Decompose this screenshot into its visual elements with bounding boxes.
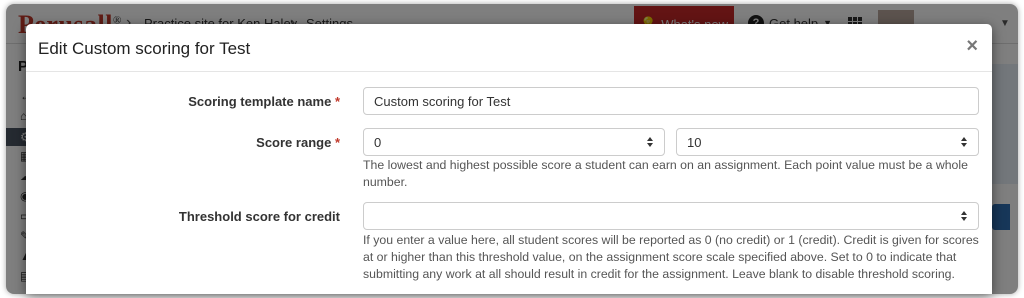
spinner-icon[interactable] xyxy=(646,136,654,148)
score-range-max-input[interactable]: 10 xyxy=(676,128,979,156)
score-range-min-input[interactable]: 0 xyxy=(363,128,665,156)
modal-header: Edit Custom scoring for Test × xyxy=(26,24,992,72)
threshold-label: Threshold score for credit xyxy=(40,209,340,224)
required-marker: * xyxy=(334,94,340,109)
threshold-input[interactable] xyxy=(363,202,979,230)
score-range-min-value: 0 xyxy=(374,134,382,150)
modal-title: Edit Custom scoring for Test xyxy=(38,39,251,58)
score-range-label: Score range * xyxy=(40,135,340,150)
edit-scoring-modal: Edit Custom scoring for Test × Scoring t… xyxy=(26,24,992,294)
score-range-max-value: 10 xyxy=(687,134,702,150)
threshold-label-text: Threshold score for credit xyxy=(178,209,340,224)
close-button[interactable]: × xyxy=(966,36,978,56)
score-range-help: The lowest and highest possible score a … xyxy=(363,158,968,189)
template-name-label-text: Scoring template name xyxy=(188,94,332,109)
template-name-value: Custom scoring for Test xyxy=(374,93,511,109)
score-range-label-text: Score range xyxy=(256,135,332,150)
threshold-help: If you enter a value here, all student s… xyxy=(363,233,979,281)
spinner-icon[interactable] xyxy=(960,210,968,222)
required-marker: * xyxy=(334,135,340,150)
spinner-icon[interactable] xyxy=(960,136,968,148)
template-name-input[interactable]: Custom scoring for Test xyxy=(363,87,979,115)
template-name-label: Scoring template name * xyxy=(40,94,340,109)
